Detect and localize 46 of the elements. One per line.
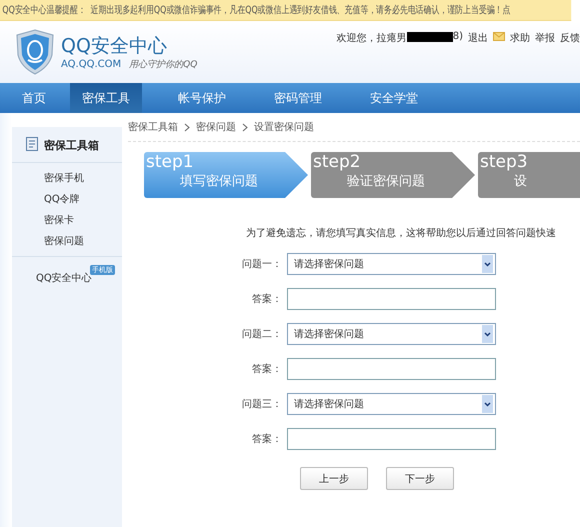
- mail-icon[interactable]: [493, 32, 505, 41]
- answer-field[interactable]: [287, 288, 496, 310]
- sidebar-item[interactable]: 密保手机: [44, 171, 122, 185]
- notice-title: QQ安全中心温馨提醒：: [2, 4, 86, 17]
- breadcrumb-item[interactable]: 密保工具箱: [128, 120, 178, 134]
- sidebar-item[interactable]: QQ安全中心: [36, 273, 92, 284]
- field-label: 问题一：: [241, 258, 283, 271]
- logo-url: AQ.QQ.COM: [61, 58, 122, 70]
- slogan: 用心守护你的QQ: [129, 58, 198, 70]
- nav-tab[interactable]: 安全学堂: [358, 83, 430, 113]
- chevron-right-icon: [242, 122, 248, 132]
- next-button[interactable]: 下一步: [386, 467, 454, 490]
- field-label: 答案：: [251, 362, 283, 376]
- intro-text: 为了避免遗忘，请您填写真实信息，这将帮助您以后通过回答问题快速: [246, 226, 557, 240]
- welcome-text: 欢迎您，拉瘪男: [336, 32, 407, 45]
- sidebar-item[interactable]: QQ令牌: [44, 192, 122, 206]
- sidebar-item[interactable]: 密保问题: [44, 234, 122, 248]
- question-dropdown[interactable]: 请选择密保问题: [287, 253, 496, 275]
- header-link[interactable]: 反馈: [560, 31, 580, 45]
- nav-tab[interactable]: 帐号保护: [166, 83, 238, 113]
- question-dropdown[interactable]: 请选择密保问题: [287, 323, 496, 345]
- nav-tab[interactable]: 首页: [10, 83, 58, 113]
- answer-field[interactable]: [287, 358, 496, 380]
- redaction-bar: [406, 32, 453, 42]
- field-label: 答案：: [251, 292, 283, 306]
- nav-tab[interactable]: 密保工具: [70, 83, 142, 113]
- nav-tab[interactable]: 密码管理: [262, 83, 334, 113]
- header-link[interactable]: 举报: [535, 31, 555, 45]
- notice-text: 近期出现多起利用QQ或微信诈骗事件，凡在QQ或微信上遇到好友借钱、充值等，请务必先电话确认，谨防上当受骗！点: [90, 4, 511, 17]
- question-dropdown[interactable]: 请选择密保问题: [287, 393, 496, 415]
- answer-field[interactable]: [287, 428, 496, 450]
- shield-logo-icon: [15, 29, 55, 75]
- field-label: 问题二：: [241, 328, 283, 341]
- previous-button[interactable]: 上一步: [300, 467, 368, 490]
- breadcrumb-item: 设置密保问题: [254, 120, 314, 134]
- sidebar-title: 密保工具箱: [44, 138, 99, 153]
- breadcrumb-item[interactable]: 密保问题: [196, 120, 236, 134]
- logo-title: QQ安全中心: [61, 34, 168, 58]
- header-link[interactable]: 求助: [510, 31, 530, 45]
- document-icon: [26, 137, 38, 151]
- logout-link[interactable]: 退出: [468, 31, 488, 45]
- field-label: 问题三：: [241, 398, 283, 411]
- chevron-right-icon: [184, 122, 190, 132]
- sidebar-item[interactable]: 密保卡: [44, 213, 122, 227]
- welcome-text: 8): [452, 31, 463, 42]
- field-label: 答案：: [251, 432, 283, 446]
